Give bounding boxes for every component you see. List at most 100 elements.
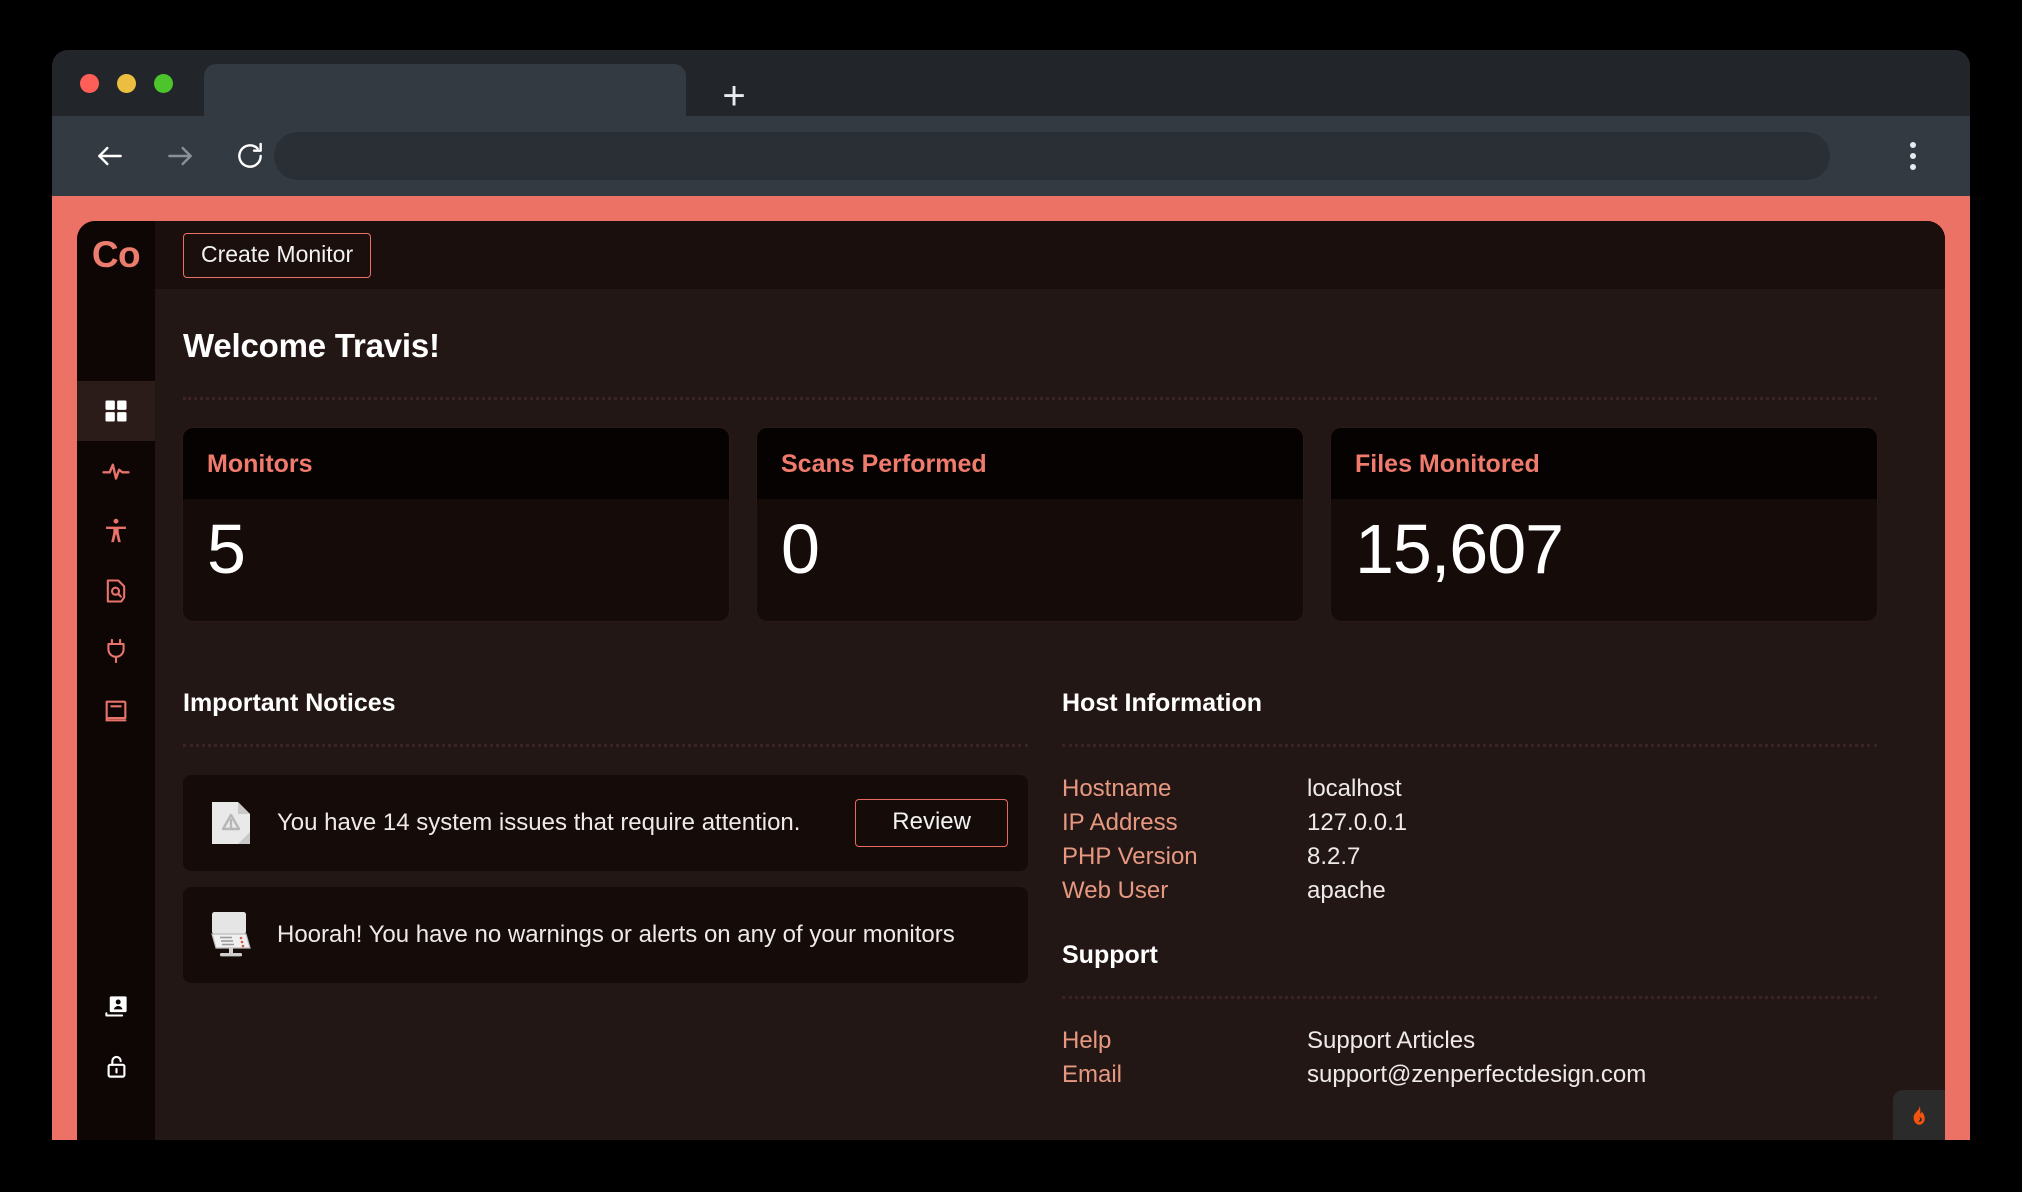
review-button[interactable]: Review <box>855 798 1008 847</box>
arrow-left-icon <box>98 146 122 166</box>
main-column: Create Monitor Welcome Travis! Monitors … <box>155 221 1945 1140</box>
reload-icon <box>238 142 262 168</box>
host-information-title: Host Information <box>1062 688 1262 717</box>
sidebar-item-activity[interactable] <box>77 441 155 501</box>
host-information-table: Hostname localhost IP Address 127.0.0.1 … <box>1062 775 1877 911</box>
page-title: Welcome Travis! <box>183 327 440 364</box>
browser-toolbar <box>52 116 1970 196</box>
important-notices-title: Important Notices <box>183 688 396 717</box>
info-value: localhost <box>1307 774 1402 802</box>
sidebar-item-accessibility[interactable] <box>77 501 155 561</box>
user-card-icon <box>104 995 127 1017</box>
info-key: IP Address <box>1062 808 1178 836</box>
sidebar-item-integrations[interactable] <box>77 621 155 681</box>
host-information-panel: Host Information Hostname localhost IP A… <box>1062 689 1877 1095</box>
stat-card-value: 15,607 <box>1355 510 1564 588</box>
info-value: 8.2.7 <box>1307 842 1361 870</box>
minimize-window-button[interactable] <box>117 74 136 93</box>
title-divider <box>183 395 1877 400</box>
stat-card-title: Monitors <box>207 450 313 478</box>
stat-card-value: 5 <box>207 510 246 588</box>
page-content: Welcome Travis! Monitors 5 Scans Perform… <box>155 289 1945 1140</box>
forward-button[interactable] <box>156 132 204 180</box>
table-row: Hostname localhost <box>1062 775 1877 809</box>
stats-row: Monitors 5 Scans Performed 0 Files Monit… <box>183 428 1877 621</box>
notice-text: Hoorah! You have no warnings or alerts o… <box>277 920 955 948</box>
plug-icon <box>107 638 125 664</box>
info-key: Web User <box>1062 876 1169 904</box>
stat-card-scans-performed: Scans Performed 0 <box>757 428 1303 621</box>
back-button[interactable] <box>86 132 134 180</box>
info-value: apache <box>1307 876 1386 904</box>
stat-card-title: Files Monitored <box>1355 450 1540 478</box>
sidebar-item-scan-report[interactable] <box>77 561 155 621</box>
address-bar[interactable] <box>274 132 1830 180</box>
window-traffic-lights <box>80 74 173 93</box>
document-warning-icon <box>212 801 250 844</box>
lower-panels: Important Notices You have 14 system iss… <box>183 689 1877 1095</box>
document-search-icon <box>106 579 126 603</box>
stat-card-value: 0 <box>781 510 820 588</box>
stat-card-body: 5 <box>183 499 729 621</box>
info-value[interactable]: Support Articles <box>1307 1027 1877 1061</box>
table-row: Help Support Articles <box>1062 1027 1877 1061</box>
page-viewport: Co Create Monitor Welcome Travis! Monito… <box>52 196 1970 1140</box>
stat-card-body: 0 <box>757 499 1303 621</box>
sidebar-item-account[interactable] <box>77 976 155 1036</box>
notice-icon-wrap <box>203 795 259 851</box>
maximize-window-button[interactable] <box>154 74 173 93</box>
info-key: Email <box>1062 1060 1123 1088</box>
sidebar-item-dashboard[interactable] <box>77 381 155 441</box>
support-title: Support <box>1062 940 1158 969</box>
stat-card-files-monitored: Files Monitored 15,607 <box>1331 428 1877 621</box>
notice-text: You have 14 system issues that require a… <box>277 808 801 836</box>
sidebar-bottom-nav <box>77 976 155 1096</box>
notices-divider <box>183 742 1028 747</box>
support-divider <box>1062 994 1877 999</box>
pulse-activity-icon <box>102 463 130 480</box>
sidebar-nav <box>77 381 155 741</box>
grid-dashboard-icon <box>105 400 127 422</box>
app-shell: Co Create Monitor Welcome Travis! Monito… <box>77 221 1945 1140</box>
book-icon <box>105 700 127 722</box>
app-logo[interactable]: Co <box>77 221 155 289</box>
kebab-dot <box>1910 164 1916 170</box>
host-divider <box>1062 742 1877 747</box>
stat-card-title: Scans Performed <box>781 450 987 478</box>
browser-tabstrip: + <box>52 50 1970 130</box>
support-table: Help Support Articles Email support@zenp… <box>1062 1027 1877 1095</box>
table-row: Web User apache <box>1062 877 1877 911</box>
server-monitor-icon <box>211 911 251 956</box>
unlock-icon <box>107 1055 125 1078</box>
info-value[interactable]: support@zenperfectdesign.com <box>1307 1061 1877 1095</box>
notice-icon-wrap <box>203 907 259 963</box>
close-window-button[interactable] <box>80 74 99 93</box>
browser-window: + Co Create Monitor Welcome Travis! Moni… <box>52 50 1970 1140</box>
kebab-dot <box>1910 142 1916 148</box>
browser-menu-button[interactable] <box>1900 136 1926 176</box>
stat-card-monitors: Monitors 5 <box>183 428 729 621</box>
stat-card-body: 15,607 <box>1331 499 1877 621</box>
debug-flame-badge[interactable] <box>1893 1090 1945 1140</box>
info-key: Help <box>1062 1026 1112 1054</box>
sidebar: Co <box>77 221 155 1140</box>
new-tab-button[interactable]: + <box>712 76 756 120</box>
table-row: PHP Version 8.2.7 <box>1062 843 1877 877</box>
info-value: 127.0.0.1 <box>1307 808 1408 836</box>
create-monitor-button[interactable]: Create Monitor <box>183 232 372 278</box>
stat-card-header: Files Monitored <box>1331 428 1877 499</box>
sidebar-item-logout[interactable] <box>77 1036 155 1096</box>
important-notices-panel: Important Notices You have 14 system iss… <box>183 689 1028 1095</box>
info-key: PHP Version <box>1062 842 1198 870</box>
notice-row: You have 14 system issues that require a… <box>183 774 1028 871</box>
sidebar-item-docs[interactable] <box>77 681 155 741</box>
stat-card-header: Scans Performed <box>757 428 1303 499</box>
reload-button[interactable] <box>226 132 274 180</box>
table-row: IP Address 127.0.0.1 <box>1062 809 1877 843</box>
person-accessibility-icon <box>106 518 126 543</box>
notice-action: Review <box>855 798 1008 847</box>
table-row: Email support@zenperfectdesign.com <box>1062 1061 1877 1095</box>
app-topbar: Create Monitor <box>155 221 1945 289</box>
flame-icon <box>1913 1104 1925 1125</box>
kebab-dot <box>1910 153 1916 159</box>
